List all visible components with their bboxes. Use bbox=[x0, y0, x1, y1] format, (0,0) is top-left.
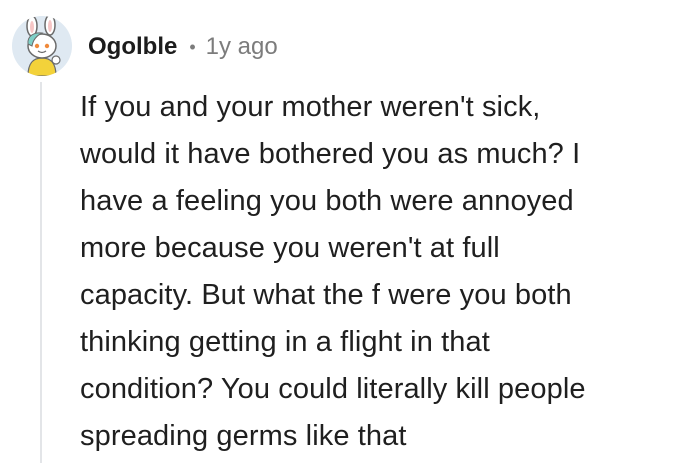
comment-line: thinking getting in a flight in that bbox=[80, 326, 490, 358]
timestamp[interactable]: 1y ago bbox=[206, 33, 278, 61]
thread-line[interactable] bbox=[40, 82, 42, 463]
comment-line: more because you weren't at full bbox=[80, 232, 500, 264]
comment-header: Ogolble • 1y ago bbox=[88, 30, 278, 64]
snoo-avatar-icon bbox=[12, 16, 72, 76]
separator-dot: • bbox=[189, 36, 196, 57]
comment-line: If you and your mother weren't sick, bbox=[80, 91, 541, 123]
comment: Ogolble • 1y ago If you and your mother … bbox=[0, 0, 700, 463]
comment-line: spreading germs like that bbox=[80, 420, 407, 452]
username[interactable]: Ogolble bbox=[88, 33, 177, 61]
comment-body: If you and your mother weren't sick, wou… bbox=[80, 84, 690, 460]
avatar[interactable] bbox=[12, 16, 72, 76]
comment-line: condition? You could literally kill peop… bbox=[80, 373, 586, 405]
comment-line: have a feeling you both were annoyed bbox=[80, 185, 574, 217]
comment-line: would it have bothered you as much? I bbox=[80, 138, 581, 170]
comment-line: capacity. But what the f were you both bbox=[80, 279, 572, 311]
